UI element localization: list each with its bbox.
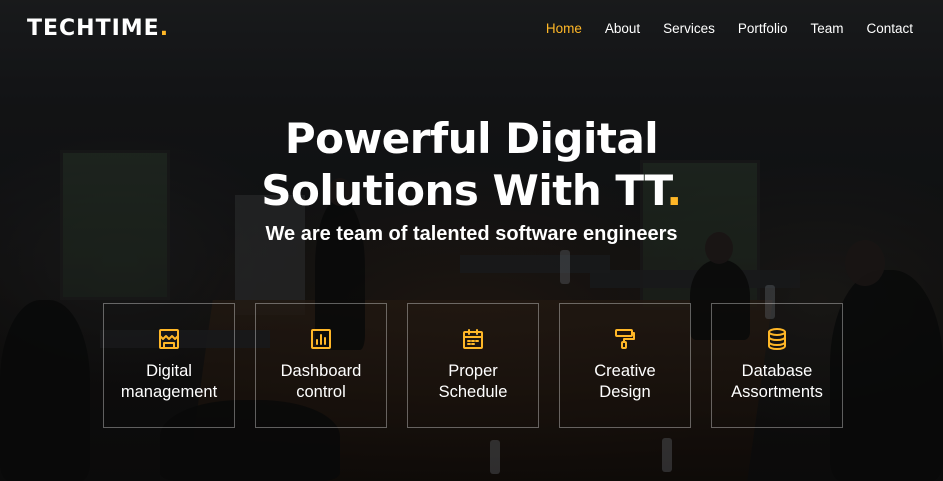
feature-label: Database Assortments [731, 361, 823, 403]
hero-title-line1: Powerful Digital [284, 114, 659, 163]
feature-box-proper-schedule[interactable]: Proper Schedule [407, 303, 539, 428]
feature-label-line2: management [120, 383, 218, 401]
hero-title-dot: . [666, 166, 682, 215]
feature-label-line2: Schedule [438, 383, 508, 401]
feature-label-line1: Database [741, 362, 813, 380]
hero-title: Powerful Digital Solutions With TT. [0, 113, 943, 217]
main-nav: Home About Services Portfolio Team Conta… [523, 21, 913, 36]
feature-label-line1: Digital [146, 362, 192, 380]
feature-label-line1: Proper [448, 362, 498, 380]
feature-label: Digital management [121, 361, 217, 403]
bar-chart-icon [309, 327, 333, 351]
feature-box-dashboard-control[interactable]: Dashboard control [255, 303, 387, 428]
feature-label: Dashboard control [281, 361, 362, 403]
feature-label-line1: Creative [594, 362, 656, 380]
nav-link-portfolio[interactable]: Portfolio [738, 21, 788, 36]
nav-link-home[interactable]: Home [546, 21, 582, 36]
logo-text: TECHTIME [27, 15, 160, 41]
feature-box-database-assortments[interactable]: Database Assortments [711, 303, 843, 428]
feature-label: Proper Schedule [439, 361, 508, 403]
logo[interactable]: TECHTIME. [27, 16, 169, 41]
feature-label: Creative Design [594, 361, 655, 403]
feature-label-line2: Design [599, 383, 651, 401]
nav-link-about[interactable]: About [605, 21, 640, 36]
hero-subtitle: We are team of talented software enginee… [265, 223, 678, 245]
logo-dot: . [159, 15, 170, 41]
nav-link-services[interactable]: Services [663, 21, 715, 36]
feature-label-line2: Assortments [731, 383, 823, 401]
database-icon [765, 327, 789, 351]
feature-boxes: Digital management Dashboard control Pro… [103, 303, 843, 428]
hero-title-line2: Solutions With TT [261, 166, 667, 215]
site-header: TECHTIME. Home About Services Portfolio … [0, 0, 943, 56]
calendar-icon [461, 327, 485, 351]
nav-link-team[interactable]: Team [810, 21, 843, 36]
paint-roller-icon [613, 327, 637, 351]
feature-label-line1: Dashboard [280, 362, 362, 380]
nav-link-contact[interactable]: Contact [866, 21, 913, 36]
feature-box-digital-management[interactable]: Digital management [103, 303, 235, 428]
feature-label-line2: control [296, 383, 346, 401]
store-icon [157, 327, 181, 351]
feature-box-creative-design[interactable]: Creative Design [559, 303, 691, 428]
